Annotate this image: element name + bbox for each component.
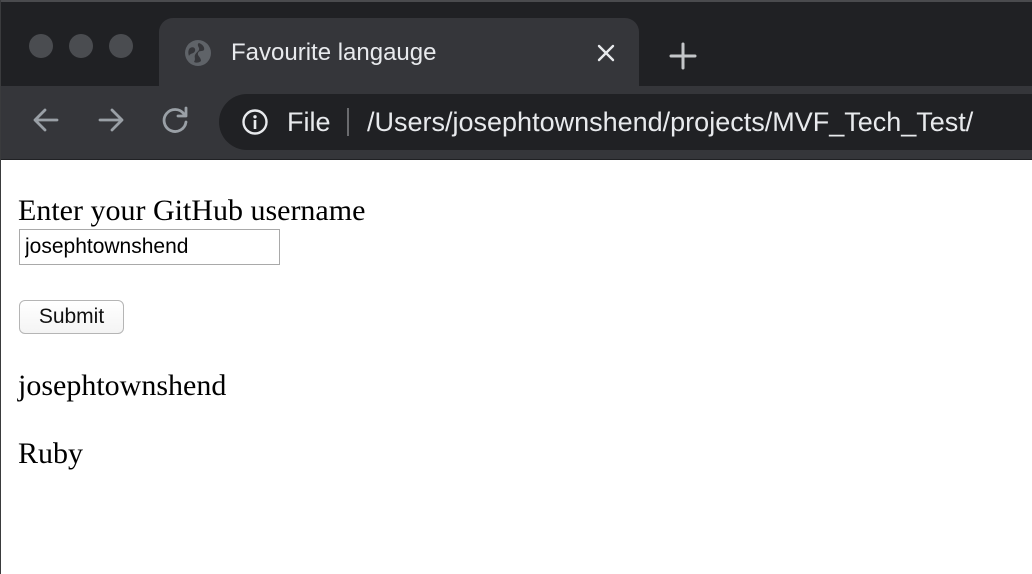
username-input[interactable]	[19, 229, 280, 265]
arrow-right-icon[interactable]	[94, 103, 128, 137]
tab-title: Favourite langauge	[231, 39, 437, 66]
result-language: Ruby	[18, 437, 84, 470]
result-username: josephtownshend	[18, 369, 227, 402]
address-bar[interactable]: File /Users/josephtownshend/projects/MVF…	[219, 94, 1032, 150]
minimize-window-button[interactable]	[69, 34, 93, 58]
arrow-left-icon[interactable]	[29, 103, 63, 137]
plus-icon[interactable]	[667, 40, 699, 72]
username-prompt-label: Enter your GitHub username	[18, 194, 366, 227]
url-text[interactable]: /Users/josephtownshend/projects/MVF_Tech…	[367, 105, 973, 139]
page-content: Enter your GitHub username Submit joseph…	[1, 160, 1032, 574]
url-scheme-label: File	[287, 107, 331, 137]
close-icon[interactable]	[593, 40, 619, 66]
tab-favourite-language[interactable]: Favourite langauge	[159, 18, 639, 88]
address-divider	[347, 108, 349, 136]
close-window-button[interactable]	[29, 34, 53, 58]
tab-strip: Favourite langauge	[1, 0, 1032, 88]
reload-icon[interactable]	[158, 103, 192, 137]
browser-window: Favourite langauge File /Users/josephtow…	[0, 0, 1032, 574]
zoom-window-button[interactable]	[109, 34, 133, 58]
info-icon[interactable]	[241, 108, 269, 136]
submit-button[interactable]: Submit	[19, 300, 124, 334]
globe-icon	[184, 39, 212, 67]
browser-toolbar: File /Users/josephtownshend/projects/MVF…	[1, 86, 1032, 160]
